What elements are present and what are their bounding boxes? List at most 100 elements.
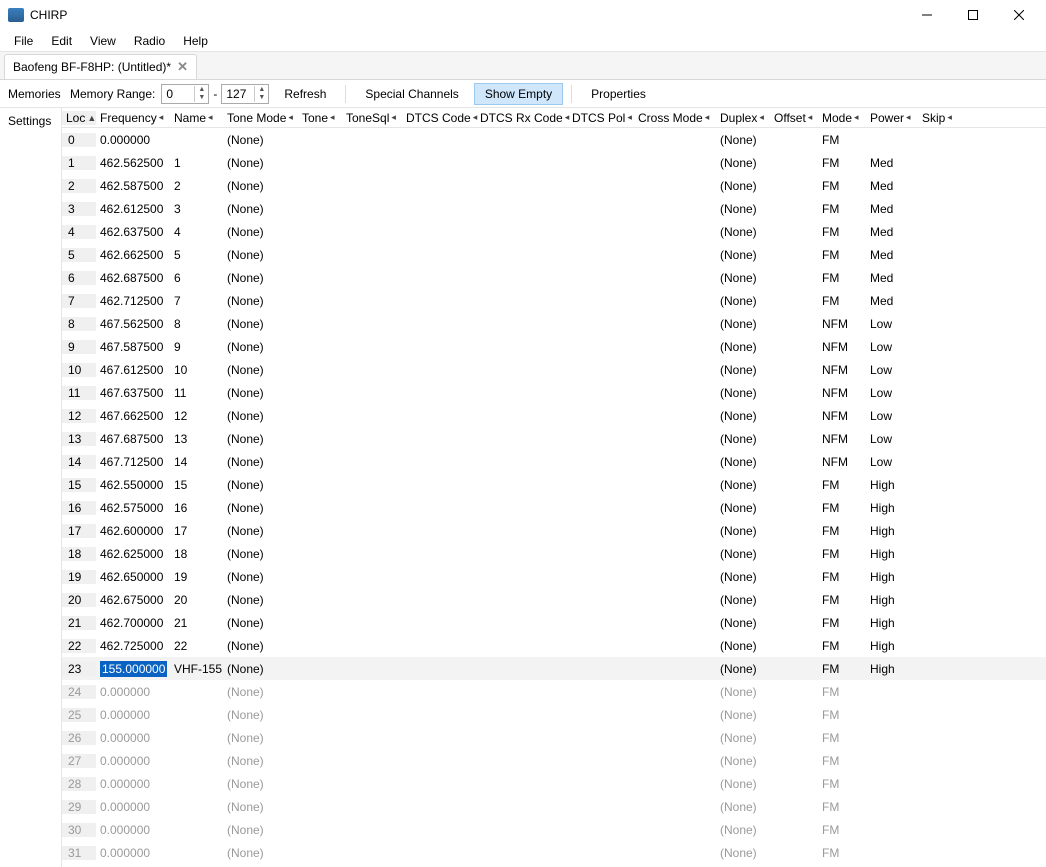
cell-tone-mode[interactable]: (None) — [223, 501, 298, 515]
menu-radio[interactable]: Radio — [126, 32, 173, 50]
cell-power[interactable]: Med — [866, 225, 918, 239]
cell-mode[interactable]: FM — [818, 547, 866, 561]
cell-tone-mode[interactable]: (None) — [223, 524, 298, 538]
cell-mode[interactable]: FM — [818, 156, 866, 170]
cell-frequency[interactable]: 0.000000 — [96, 823, 170, 837]
cell-power[interactable]: Low — [866, 455, 918, 469]
cell-name[interactable]: 22 — [170, 639, 223, 653]
cell-duplex[interactable]: (None) — [716, 248, 770, 262]
cell-duplex[interactable]: (None) — [716, 708, 770, 722]
cell-mode[interactable]: FM — [818, 777, 866, 791]
table-row[interactable]: 7462.7125007(None)(None)FMMed — [62, 289, 1046, 312]
cell-frequency[interactable]: 462.700000 — [96, 616, 170, 630]
cell-loc[interactable]: 25 — [62, 708, 96, 722]
table-row[interactable]: 310.000000(None)(None)FM — [62, 841, 1046, 864]
table-row[interactable]: 5462.6625005(None)(None)FMMed — [62, 243, 1046, 266]
cell-tone-mode[interactable]: (None) — [223, 478, 298, 492]
cell-name[interactable]: 20 — [170, 593, 223, 607]
cell-loc[interactable]: 16 — [62, 501, 96, 515]
cell-tone-mode[interactable]: (None) — [223, 133, 298, 147]
cell-duplex[interactable]: (None) — [716, 570, 770, 584]
cell-loc[interactable]: 18 — [62, 547, 96, 561]
cell-power[interactable]: High — [866, 524, 918, 538]
col-duplex[interactable]: Duplex◂ — [716, 111, 770, 125]
cell-power[interactable]: Med — [866, 271, 918, 285]
cell-duplex[interactable]: (None) — [716, 271, 770, 285]
range-from-input[interactable] — [162, 87, 194, 101]
cell-power[interactable]: Med — [866, 156, 918, 170]
cell-duplex[interactable]: (None) — [716, 156, 770, 170]
table-row[interactable]: 280.000000(None)(None)FM — [62, 772, 1046, 795]
cell-power[interactable]: Low — [866, 317, 918, 331]
table-row[interactable]: 15462.55000015(None)(None)FMHigh — [62, 473, 1046, 496]
cell-name[interactable]: 18 — [170, 547, 223, 561]
cell-power[interactable]: Med — [866, 294, 918, 308]
sidebar-tab-settings[interactable]: Settings — [0, 108, 61, 134]
cell-loc[interactable]: 19 — [62, 570, 96, 584]
cell-tone-mode[interactable]: (None) — [223, 432, 298, 446]
cell-loc[interactable]: 8 — [62, 317, 96, 331]
cell-mode[interactable]: FM — [818, 823, 866, 837]
menu-help[interactable]: Help — [175, 32, 216, 50]
cell-tone-mode[interactable]: (None) — [223, 731, 298, 745]
cell-duplex[interactable]: (None) — [716, 547, 770, 561]
cell-power[interactable]: Med — [866, 248, 918, 262]
cell-frequency[interactable]: 0.000000 — [96, 754, 170, 768]
table-row[interactable]: 14467.71250014(None)(None)NFMLow — [62, 450, 1046, 473]
table-row[interactable]: 6462.6875006(None)(None)FMMed — [62, 266, 1046, 289]
cell-frequency[interactable]: 462.587500 — [96, 179, 170, 193]
cell-duplex[interactable]: (None) — [716, 133, 770, 147]
table-row[interactable]: 20462.67500020(None)(None)FMHigh — [62, 588, 1046, 611]
cell-mode[interactable]: NFM — [818, 340, 866, 354]
cell-duplex[interactable]: (None) — [716, 823, 770, 837]
cell-loc[interactable]: 17 — [62, 524, 96, 538]
cell-loc[interactable]: 5 — [62, 248, 96, 262]
cell-duplex[interactable]: (None) — [716, 800, 770, 814]
sidebar-tab-memories[interactable]: Memories — [4, 85, 64, 103]
cell-duplex[interactable]: (None) — [716, 639, 770, 653]
cell-frequency[interactable]: 462.725000 — [96, 639, 170, 653]
cell-frequency[interactable]: 467.637500 — [96, 386, 170, 400]
cell-loc[interactable]: 26 — [62, 731, 96, 745]
cell-tone-mode[interactable]: (None) — [223, 616, 298, 630]
col-tone[interactable]: Tone◂ — [298, 111, 342, 125]
cell-power[interactable]: High — [866, 616, 918, 630]
cell-tone-mode[interactable]: (None) — [223, 754, 298, 768]
cell-name[interactable]: 15 — [170, 478, 223, 492]
col-power[interactable]: Power◂ — [866, 111, 918, 125]
menu-edit[interactable]: Edit — [43, 32, 80, 50]
cell-mode[interactable]: NFM — [818, 317, 866, 331]
menu-view[interactable]: View — [82, 32, 124, 50]
cell-name[interactable]: 4 — [170, 225, 223, 239]
cell-power[interactable]: Low — [866, 432, 918, 446]
cell-frequency[interactable]: 462.662500 — [96, 248, 170, 262]
cell-tone-mode[interactable]: (None) — [223, 386, 298, 400]
cell-frequency[interactable]: 0.000000 — [96, 777, 170, 791]
cell-name[interactable]: 17 — [170, 524, 223, 538]
spinner-arrows-icon[interactable]: ▲▼ — [254, 86, 268, 102]
table-row[interactable]: 18462.62500018(None)(None)FMHigh — [62, 542, 1046, 565]
table-row[interactable]: 10467.61250010(None)(None)NFMLow — [62, 358, 1046, 381]
cell-duplex[interactable]: (None) — [716, 593, 770, 607]
cell-frequency[interactable]: 467.662500 — [96, 409, 170, 423]
cell-duplex[interactable]: (None) — [716, 294, 770, 308]
cell-duplex[interactable]: (None) — [716, 662, 770, 676]
col-mode[interactable]: Mode◂ — [818, 111, 866, 125]
cell-frequency[interactable]: 0.000000 — [96, 800, 170, 814]
cell-tone-mode[interactable]: (None) — [223, 156, 298, 170]
cell-loc[interactable]: 0 — [62, 133, 96, 147]
cell-mode[interactable]: NFM — [818, 386, 866, 400]
col-skip[interactable]: Skip◂ — [918, 111, 966, 125]
table-row[interactable]: 11467.63750011(None)(None)NFMLow — [62, 381, 1046, 404]
cell-name[interactable]: 8 — [170, 317, 223, 331]
cell-mode[interactable]: FM — [818, 593, 866, 607]
cell-frequency[interactable]: 462.550000 — [96, 478, 170, 492]
cell-name[interactable]: 2 — [170, 179, 223, 193]
cell-mode[interactable]: FM — [818, 754, 866, 768]
cell-loc[interactable]: 31 — [62, 846, 96, 860]
cell-mode[interactable]: FM — [818, 616, 866, 630]
cell-loc[interactable]: 12 — [62, 409, 96, 423]
cell-duplex[interactable]: (None) — [716, 616, 770, 630]
col-name[interactable]: Name◂ — [170, 111, 223, 125]
cell-name[interactable]: 16 — [170, 501, 223, 515]
